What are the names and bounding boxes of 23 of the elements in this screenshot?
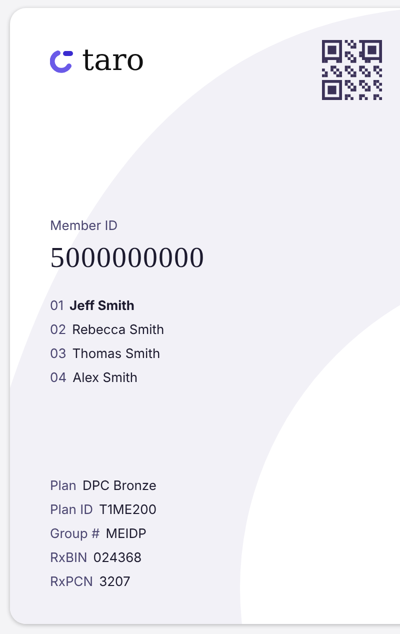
qr-code-icon — [322, 40, 382, 100]
plan-detail-label: Group # — [50, 525, 100, 544]
plan-detail-label: RxBIN — [50, 549, 88, 568]
plan-detail-value: 3207 — [99, 573, 130, 592]
member-name: Jeff Smith — [70, 297, 135, 316]
plan-detail-value: T1ME200 — [98, 501, 157, 520]
plan-detail-value: DPC Bronze — [82, 477, 157, 496]
member-id-value: 5000000000 — [50, 242, 206, 275]
member-name: Rebecca Smith — [72, 321, 164, 340]
member-name: Thomas Smith — [72, 345, 160, 364]
member-number: 04 — [50, 369, 67, 388]
plan-detail-label: RxPCN — [50, 573, 94, 592]
member-number: 02 — [50, 321, 66, 340]
plan-detail-value: MEIDP — [106, 525, 146, 544]
plan-detail-value: 024368 — [93, 549, 142, 568]
logo-icon — [50, 49, 74, 73]
member-name: Alex Smith — [72, 369, 138, 388]
member-number: 03 — [50, 345, 66, 364]
plan-detail-label: Plan — [50, 477, 76, 496]
plan-detail-label: Plan ID — [50, 501, 93, 520]
member-id-label: Member ID — [50, 218, 119, 234]
logo-text: taro — [82, 46, 144, 76]
member-number: 01 — [50, 297, 64, 316]
